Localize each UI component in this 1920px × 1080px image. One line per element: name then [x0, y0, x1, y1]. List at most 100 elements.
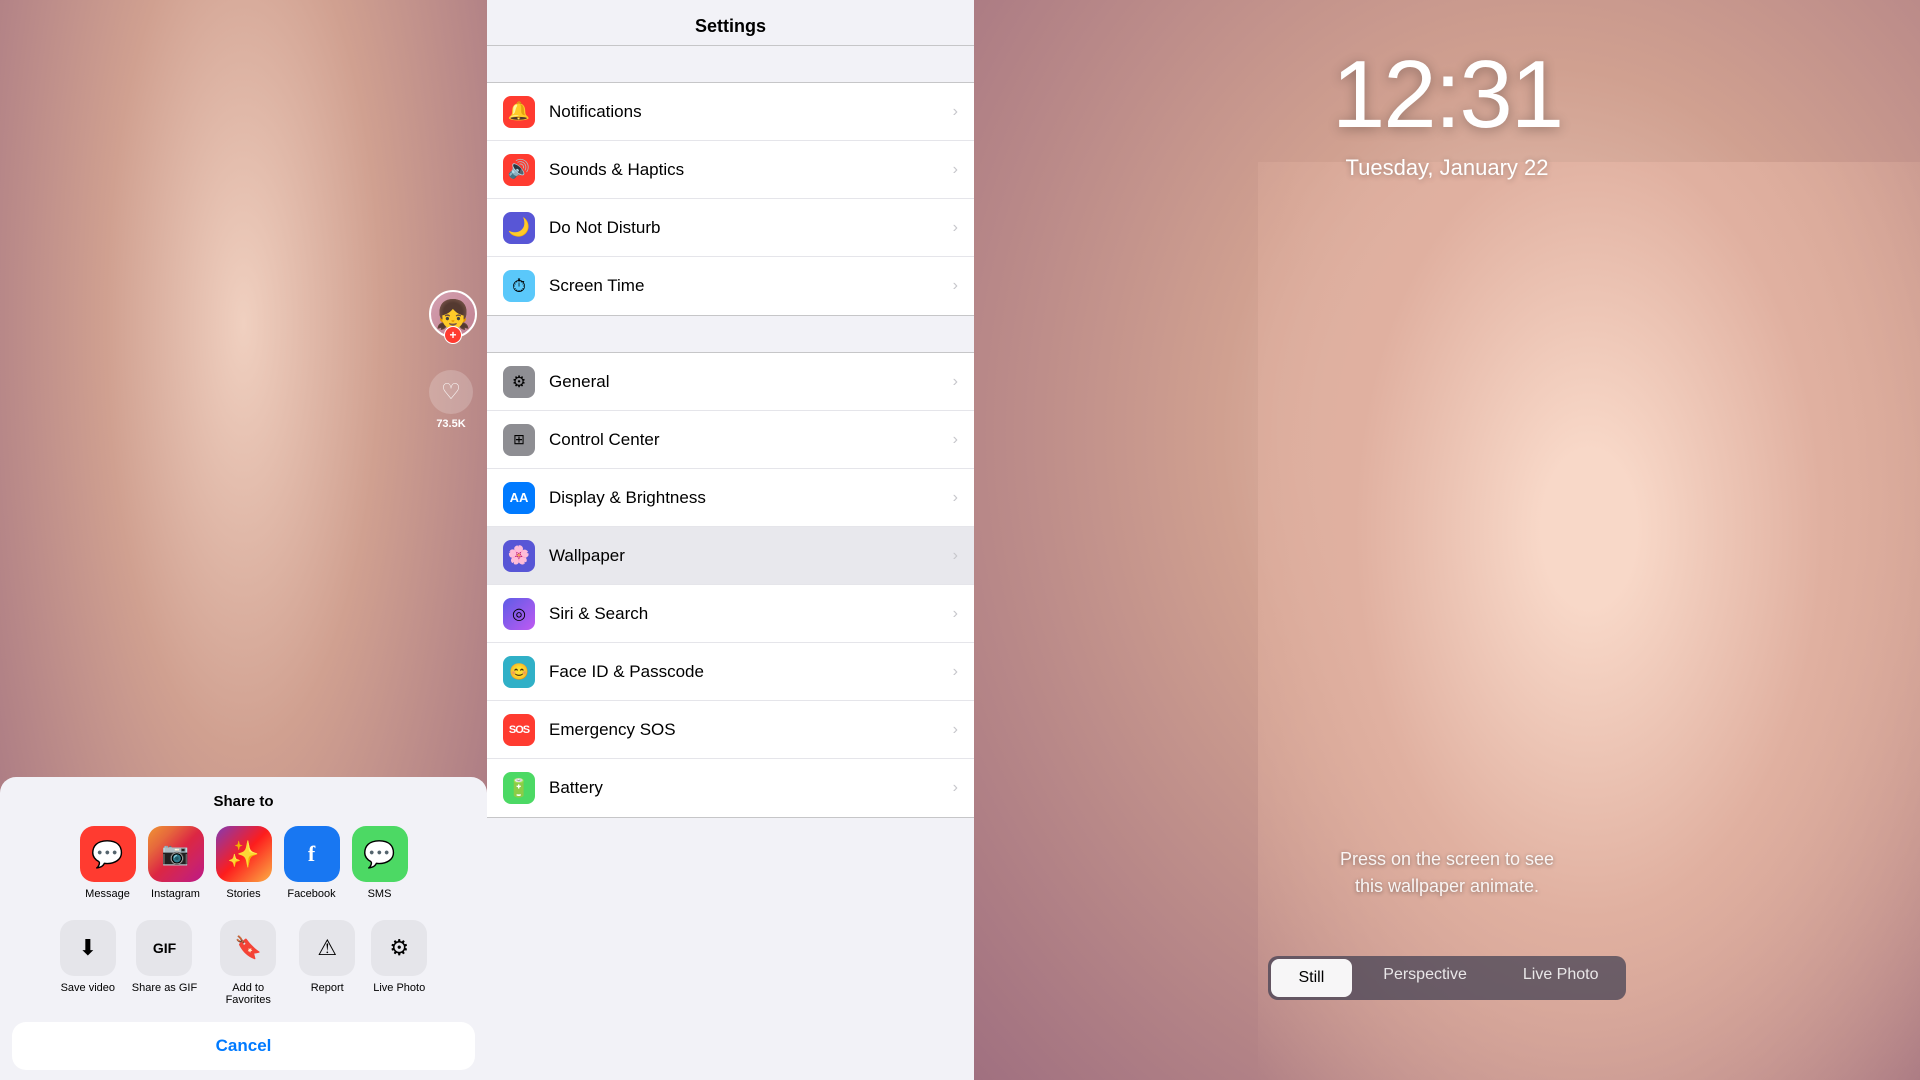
save-video-action[interactable]: ⬇ Save video: [60, 920, 116, 1006]
sounds-chevron: ›: [953, 161, 958, 179]
like-count: 73.5K: [436, 418, 465, 430]
report-icon: ⚠: [299, 920, 355, 976]
settings-row-sounds[interactable]: 🔊 Sounds & Haptics ›: [487, 141, 974, 199]
facebook-icon: f: [284, 826, 340, 882]
message-label: Message: [85, 888, 130, 900]
wallpaper-chevron: ›: [953, 547, 958, 565]
display-label: Display & Brightness: [549, 488, 953, 508]
settings-row-sos[interactable]: SOS Emergency SOS ›: [487, 701, 974, 759]
stories-icon: ✨: [216, 826, 272, 882]
stories-label: Stories: [226, 888, 260, 900]
share-app-stories[interactable]: ✨ Stories: [216, 826, 272, 900]
battery-icon: 🔋: [503, 772, 535, 804]
control-icon: ⊞: [503, 424, 535, 456]
wallpaper-perspective-option[interactable]: Perspective: [1355, 956, 1495, 1000]
settings-row-siri[interactable]: ◎ Siri & Search ›: [487, 585, 974, 643]
notifications-chevron: ›: [953, 103, 958, 121]
wallpaper-livephoto-option[interactable]: Live Photo: [1495, 956, 1627, 1000]
follow-plus-icon[interactable]: +: [444, 326, 462, 344]
left-panel: 👧 + ♡ 73.5K Share to 💬 Message 📷 Instagr…: [0, 0, 487, 1080]
share-app-message[interactable]: 💬 Message: [80, 826, 136, 900]
lockscreen-panel: 12:31 Tuesday, January 22 Press on the s…: [974, 0, 1920, 1080]
livephoto-icon: ⚙: [371, 920, 427, 976]
share-actions-row: ⬇ Save video GIF Share as GIF 🔖 Add to F…: [0, 920, 487, 1006]
share-overlay: Share to 💬 Message 📷 Instagram ✨ Stories…: [0, 777, 487, 1080]
report-action[interactable]: ⚠ Report: [299, 920, 355, 1006]
faceid-chevron: ›: [953, 663, 958, 681]
display-chevron: ›: [953, 489, 958, 507]
siri-chevron: ›: [953, 605, 958, 623]
settings-row-display[interactable]: AA Display & Brightness ›: [487, 469, 974, 527]
livephoto-label: Live Photo: [373, 982, 425, 994]
screentime-icon: ⏱: [503, 270, 535, 302]
siri-label: Siri & Search: [549, 604, 953, 624]
settings-row-wallpaper[interactable]: 🌸 Wallpaper ›: [487, 527, 974, 585]
faceid-label: Face ID & Passcode: [549, 662, 953, 682]
livephoto-action[interactable]: ⚙ Live Photo: [371, 920, 427, 1006]
dnd-chevron: ›: [953, 219, 958, 237]
settings-row-dnd[interactable]: 🌙 Do Not Disturb ›: [487, 199, 974, 257]
settings-panel: Settings 🔔 Notifications › 🔊 Sounds & Ha…: [487, 0, 974, 1080]
notifications-label: Notifications: [549, 102, 953, 122]
wallpaper-label: Wallpaper: [549, 546, 953, 566]
settings-list: 🔔 Notifications › 🔊 Sounds & Haptics › 🌙…: [487, 46, 974, 1080]
faceid-icon: 😊: [503, 656, 535, 688]
sos-chevron: ›: [953, 721, 958, 739]
settings-row-battery[interactable]: 🔋 Battery ›: [487, 759, 974, 817]
screentime-label: Screen Time: [549, 276, 953, 296]
like-section: ♡ 73.5K: [429, 370, 473, 430]
heart-icon[interactable]: ♡: [429, 370, 473, 414]
general-label: General: [549, 372, 953, 392]
message-icon: 💬: [80, 826, 136, 882]
general-icon: ⚙: [503, 366, 535, 398]
wallpaper-still-option[interactable]: Still: [1271, 959, 1353, 997]
sos-label: Emergency SOS: [549, 720, 953, 740]
share-title: Share to: [0, 793, 487, 810]
section-spacer-mid: [487, 316, 974, 352]
gif-icon: GIF: [136, 920, 192, 976]
favorites-label: Add to Favorites: [213, 982, 283, 1006]
sounds-icon: 🔊: [503, 154, 535, 186]
share-app-sms[interactable]: 💬 SMS: [352, 826, 408, 900]
settings-row-faceid[interactable]: 😊 Face ID & Passcode ›: [487, 643, 974, 701]
section-spacer-top: [487, 46, 974, 82]
control-chevron: ›: [953, 431, 958, 449]
control-label: Control Center: [549, 430, 953, 450]
lockscreen-time: 12:31: [974, 40, 1920, 150]
instagram-label: Instagram: [151, 888, 200, 900]
settings-title: Settings: [507, 16, 954, 37]
settings-row-notifications[interactable]: 🔔 Notifications ›: [487, 83, 974, 141]
wallpaper-options-group: Still Perspective Live Photo: [1268, 956, 1627, 1000]
settings-row-control[interactable]: ⊞ Control Center ›: [487, 411, 974, 469]
settings-row-screentime[interactable]: ⏱ Screen Time ›: [487, 257, 974, 315]
settings-group-2: ⚙ General › ⊞ Control Center › AA Displa…: [487, 352, 974, 818]
general-chevron: ›: [953, 373, 958, 391]
share-apps-row: 💬 Message 📷 Instagram ✨ Stories f Facebo…: [0, 826, 487, 900]
gif-action[interactable]: GIF Share as GIF: [132, 920, 197, 1006]
sms-icon: 💬: [352, 826, 408, 882]
lockscreen-hint: Press on the screen to seethis wallpaper…: [974, 846, 1920, 900]
facebook-label: Facebook: [287, 888, 335, 900]
share-app-instagram[interactable]: 📷 Instagram: [148, 826, 204, 900]
siri-icon: ◎: [503, 598, 535, 630]
save-icon: ⬇: [60, 920, 116, 976]
instagram-icon: 📷: [148, 826, 204, 882]
battery-chevron: ›: [953, 779, 958, 797]
screentime-chevron: ›: [953, 277, 958, 295]
user-avatar[interactable]: 👧 +: [429, 290, 477, 338]
display-icon: AA: [503, 482, 535, 514]
sos-icon: SOS: [503, 714, 535, 746]
favorites-icon: 🔖: [220, 920, 276, 976]
cancel-button[interactable]: Cancel: [12, 1022, 475, 1070]
settings-row-general[interactable]: ⚙ General ›: [487, 353, 974, 411]
battery-label: Battery: [549, 778, 953, 798]
settings-header: Settings: [487, 0, 974, 46]
gif-label: Share as GIF: [132, 982, 197, 994]
notifications-icon: 🔔: [503, 96, 535, 128]
share-app-facebook[interactable]: f Facebook: [284, 826, 340, 900]
sms-label: SMS: [368, 888, 392, 900]
dnd-label: Do Not Disturb: [549, 218, 953, 238]
save-label: Save video: [61, 982, 115, 994]
lockscreen-date: Tuesday, January 22: [974, 155, 1920, 181]
favorites-action[interactable]: 🔖 Add to Favorites: [213, 920, 283, 1006]
